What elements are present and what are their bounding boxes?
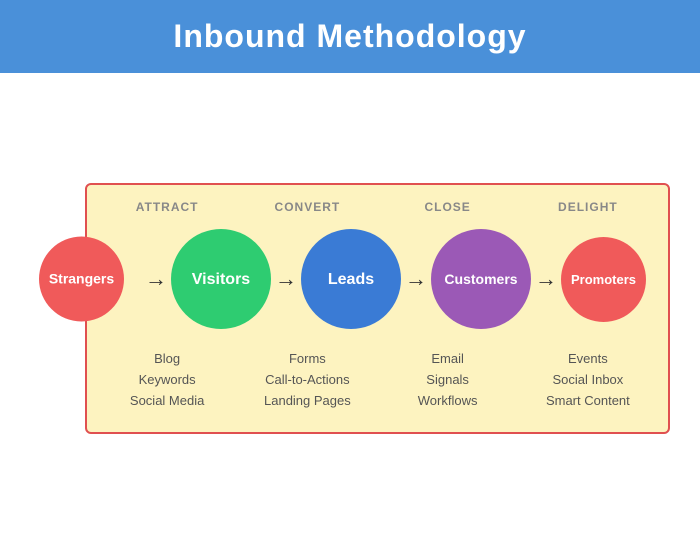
tools-delight: Events Social Inbox Smart Content <box>518 349 658 411</box>
strangers-wrapper: Strangers <box>39 237 124 322</box>
yellow-box: ATTRACT CONVERT CLOSE DELIGHT Strangers … <box>85 183 670 433</box>
tools-convert: Forms Call-to-Actions Landing Pages <box>237 349 377 411</box>
phase-attract: ATTRACT <box>97 200 237 214</box>
tools-close: Email Signals Workflows <box>378 349 518 411</box>
arrow-3: → <box>405 266 427 292</box>
tools-attract: Blog Keywords Social Media <box>97 349 237 411</box>
header: Inbound Methodology <box>0 0 700 73</box>
circle-visitors: Visitors <box>171 229 271 329</box>
arrow-2: → <box>275 266 297 292</box>
tools-row: Blog Keywords Social Media Forms Call-to… <box>97 349 658 411</box>
arrow-1: → <box>145 266 167 292</box>
arrow-4: → <box>535 266 557 292</box>
circle-leads: Leads <box>301 229 401 329</box>
phase-convert: CONVERT <box>237 200 377 214</box>
phase-close: CLOSE <box>378 200 518 214</box>
phases-row: ATTRACT CONVERT CLOSE DELIGHT <box>97 200 658 214</box>
page-title: Inbound Methodology <box>0 18 700 55</box>
main-content: ATTRACT CONVERT CLOSE DELIGHT Strangers … <box>0 73 700 544</box>
circle-customers: Customers <box>431 229 531 329</box>
phase-delight: DELIGHT <box>518 200 658 214</box>
circles-area: Strangers → Visitors → Leads → <box>97 224 658 334</box>
circle-strangers: Strangers <box>39 237 124 322</box>
circle-promoters: Promoters <box>561 237 646 322</box>
diagram-wrapper: ATTRACT CONVERT CLOSE DELIGHT Strangers … <box>30 183 670 433</box>
